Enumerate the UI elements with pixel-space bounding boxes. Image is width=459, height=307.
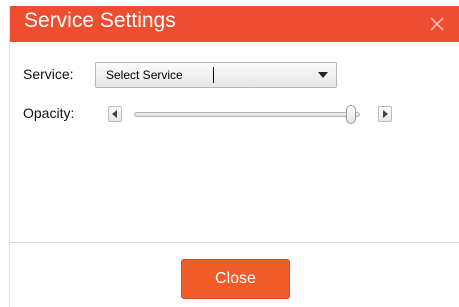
service-settings-dialog: Service Settings Service: Select Service… <box>9 6 459 307</box>
dialog-titlebar: Service Settings <box>10 6 459 42</box>
opacity-slider-thumb[interactable] <box>345 105 356 124</box>
service-select[interactable]: Select Service <box>95 62 337 88</box>
dialog-body: Service: Select Service Opacity: <box>10 42 459 242</box>
opacity-label: Opacity: <box>23 105 75 121</box>
arrow-left-icon <box>112 110 117 118</box>
text-caret <box>213 67 214 83</box>
close-button[interactable]: Close <box>181 259 290 299</box>
service-select-value: Select Service <box>106 68 183 82</box>
arrow-right-icon <box>383 110 388 118</box>
chevron-down-icon[interactable] <box>318 72 328 78</box>
close-x-icon[interactable] <box>428 15 446 33</box>
footer-divider <box>10 242 459 243</box>
service-label: Service: <box>23 66 74 82</box>
opacity-increase-button[interactable] <box>378 106 392 122</box>
dialog-title: Service Settings <box>24 9 176 32</box>
opacity-slider-track[interactable] <box>134 112 360 117</box>
opacity-decrease-button[interactable] <box>108 106 122 122</box>
